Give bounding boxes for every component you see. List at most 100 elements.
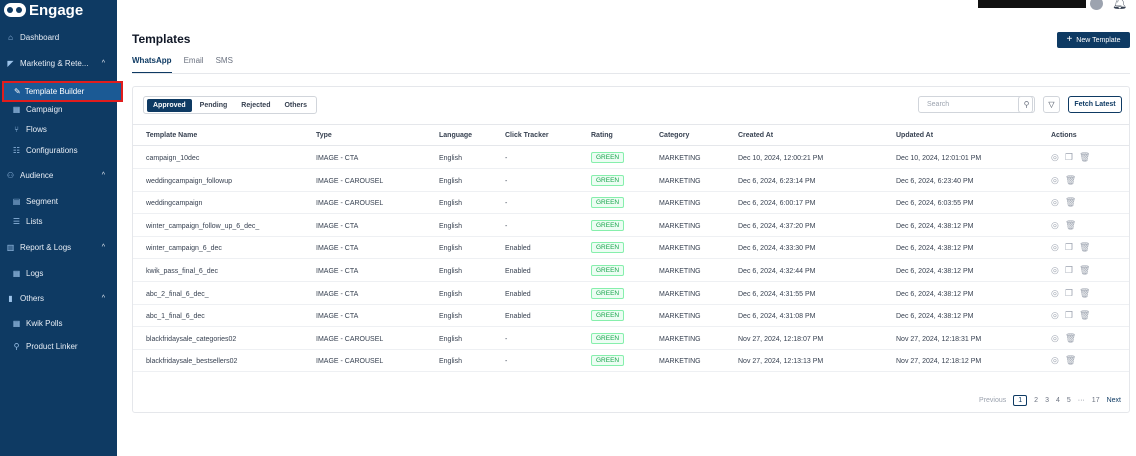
filter-approved[interactable]: Approved (147, 98, 192, 112)
cell-type: IMAGE - CTA (316, 290, 359, 298)
list-icon: ☰ (12, 216, 21, 226)
sidebar-item-template-builder[interactable]: ✎ Template Builder (2, 81, 123, 102)
chevron-up-icon[interactable]: ^ (102, 244, 105, 251)
view-icon[interactable]: ◎ (1051, 242, 1059, 253)
view-icon[interactable]: ◎ (1051, 288, 1059, 299)
fetch-latest-button[interactable]: Fetch Latest (1068, 96, 1122, 113)
table-row[interactable]: blackfridaysale_bestsellers02 IMAGE - CAR… (133, 350, 1129, 373)
cell-updated: Dec 6, 2024, 6:03:55 PM (896, 200, 974, 208)
sidebar-item-lists[interactable]: ☰ Lists (0, 212, 117, 230)
cell-type: IMAGE - CTA (316, 155, 359, 162)
sidebar-item-configurations[interactable]: ☷ Configurations (0, 141, 117, 159)
cell-click: - (505, 200, 508, 208)
filter-icon[interactable]: ▽ (1043, 96, 1060, 113)
trash-icon[interactable]: 🗑︎ (1065, 333, 1076, 344)
table-row[interactable]: winter_campaign_6_dec IMAGE - CTA English E… (133, 237, 1129, 260)
view-icon[interactable]: ◎ (1051, 197, 1059, 208)
copy-icon[interactable]: ❐ (1065, 288, 1073, 299)
sidebar-item-campaign[interactable]: ▦ Campaign (0, 100, 117, 118)
report-icon: ▥ (6, 242, 15, 252)
tabs-divider (132, 73, 1130, 74)
view-icon[interactable]: ◎ (1051, 355, 1059, 366)
trash-icon[interactable]: 🗑︎ (1079, 242, 1090, 253)
view-icon[interactable]: ◎ (1051, 265, 1059, 276)
trash-icon[interactable]: 🗑︎ (1079, 265, 1090, 276)
table-row[interactable]: blackfridaysale_categories02 IMAGE - CARO… (133, 328, 1129, 350)
sidebar-item-report-logs[interactable]: ▥ Report & Logs ^ (0, 238, 117, 256)
filter-others[interactable]: Others (278, 99, 313, 112)
sidebar-item-product-linker[interactable]: ⚲ Product Linker (0, 337, 117, 355)
chevron-up-icon[interactable]: ^ (102, 172, 105, 179)
pagination-page-5[interactable]: 5 (1067, 397, 1071, 404)
chevron-up-icon[interactable]: ^ (102, 60, 105, 67)
tab-sms[interactable]: SMS (216, 56, 233, 72)
cell-click: - (505, 335, 508, 343)
bell-icon[interactable]: 🔔︎ (1112, 0, 1127, 10)
copy-icon[interactable]: ❐ (1065, 152, 1073, 163)
app-logo[interactable]: Engage (4, 0, 83, 20)
cell-category: MARKETING (659, 245, 701, 253)
tab-whatsapp[interactable]: WhatsApp (132, 56, 172, 74)
tab-email[interactable]: Email (184, 56, 204, 72)
trash-icon[interactable]: 🗑︎ (1065, 355, 1076, 366)
avatar[interactable] (1090, 0, 1103, 10)
view-icon[interactable]: ◎ (1051, 152, 1059, 163)
sliders-icon: ☷ (12, 145, 21, 155)
sidebar-item-marketing-rete[interactable]: ◤ Marketing & Rete... ^ (0, 54, 117, 72)
trash-icon[interactable]: 🗑︎ (1065, 220, 1076, 231)
cell-created: Dec 6, 2024, 4:31:55 PM (738, 290, 816, 298)
copy-icon[interactable]: ❐ (1065, 310, 1073, 321)
pagination-page-4[interactable]: 4 (1056, 397, 1060, 404)
sidebar-item-others[interactable]: ▮ Others ^ (0, 289, 117, 307)
cell-type: IMAGE - CAROUSEL (316, 358, 384, 366)
pagination-page-last[interactable]: 17 (1092, 397, 1100, 404)
pagination-page-1[interactable]: 1 (1013, 395, 1028, 406)
filter-pending[interactable]: Pending (194, 99, 234, 112)
sidebar-item-flows[interactable]: ⑂ Flows (0, 120, 117, 138)
pagination-previous[interactable]: Previous (979, 397, 1006, 404)
filter-rejected[interactable]: Rejected (235, 99, 276, 112)
pagination-page-2[interactable]: 2 (1034, 397, 1038, 404)
sidebar-item-kwik-polls[interactable]: ▦ Kwik Polls (0, 314, 117, 332)
new-template-label: New Template (1076, 36, 1121, 44)
col-type: Type (316, 132, 332, 139)
table-row[interactable]: winter_campaign_follow_up_6_dec_ IMAGE - … (133, 215, 1129, 237)
cell-created: Dec 6, 2024, 4:37:20 PM (738, 222, 816, 230)
table-row[interactable]: weddingcampaign_followup IMAGE - CAROUSEL… (133, 170, 1129, 192)
view-icon[interactable]: ◎ (1051, 220, 1059, 231)
sidebar-item-audience[interactable]: ⚇ Audience ^ (0, 166, 117, 184)
table-row[interactable]: kwik_pass_final_6_dec IMAGE - CTA English E… (133, 260, 1129, 282)
pagination-next[interactable]: Next (1107, 397, 1121, 404)
search-input[interactable]: Search (918, 96, 1033, 113)
sidebar-item-segment[interactable]: ▤ Segment (0, 192, 117, 210)
copy-icon[interactable]: ❐ (1065, 265, 1073, 276)
row-actions: ◎ ❐ 🗑︎ (1051, 310, 1090, 321)
trash-icon[interactable]: 🗑︎ (1079, 310, 1090, 321)
cell-click: Enabled (505, 290, 531, 298)
cell-type: IMAGE - CAROUSEL (316, 200, 384, 208)
chevron-up-icon[interactable]: ^ (102, 295, 105, 302)
new-template-button[interactable]: + New Template (1057, 32, 1130, 48)
copy-icon[interactable]: ❐ (1065, 242, 1073, 253)
table-row[interactable]: abc_2_final_6_dec_ IMAGE - CTA English Enab… (133, 283, 1129, 305)
sidebar-item-label: Report & Logs (20, 242, 72, 252)
view-icon[interactable]: ◎ (1051, 175, 1059, 186)
trash-icon[interactable]: 🗑︎ (1065, 175, 1076, 186)
trash-icon[interactable]: 🗑︎ (1065, 197, 1076, 208)
row-actions: ◎ 🗑︎ (1051, 333, 1076, 344)
table-row[interactable]: abc_1_final_6_dec IMAGE - CTA English Enabl… (133, 305, 1129, 328)
pagination-page-3[interactable]: 3 (1045, 397, 1049, 404)
trash-icon[interactable]: 🗑︎ (1079, 288, 1090, 299)
view-icon[interactable]: ◎ (1051, 310, 1059, 321)
sidebar-item-logs[interactable]: ▦ Logs (0, 264, 117, 282)
cell-created: Dec 6, 2024, 6:23:14 PM (738, 177, 816, 185)
bar-chart-icon: ▮ (8, 293, 13, 303)
search-icon[interactable]: ⚲ (1018, 96, 1035, 113)
cell-category: MARKETING (659, 290, 701, 298)
table-row[interactable]: campaign_10dec IMAGE - CTA English - MARKETI… (133, 147, 1129, 169)
view-icon[interactable]: ◎ (1051, 333, 1059, 344)
trash-icon[interactable]: 🗑︎ (1079, 152, 1090, 163)
logo-icon (4, 3, 26, 17)
sidebar-item-dashboard[interactable]: ⌂ Dashboard (0, 28, 117, 46)
table-row[interactable]: weddingcampaign IMAGE - CAROUSEL English - M… (133, 192, 1129, 215)
